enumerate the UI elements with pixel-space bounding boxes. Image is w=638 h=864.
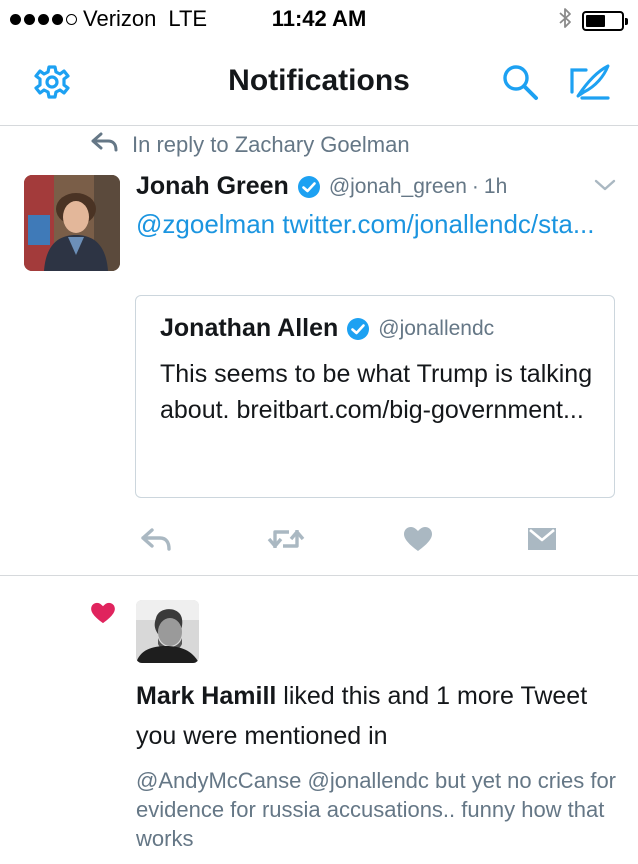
tweet-body-link[interactable]: @zgoelman twitter.com/jonallendc/sta... [136,206,616,242]
reply-icon[interactable] [136,522,176,556]
navigation-bar: Notifications [0,36,638,126]
status-bar: Verizon LTE 11:42 AM [0,0,638,36]
quoted-tweet-card[interactable]: Jonathan Allen @jonallendc This seems to… [135,295,615,498]
liker-name[interactable]: Mark Hamill [136,682,276,710]
compose-tweet-icon[interactable] [568,60,612,104]
tweet-header: Jonah Green @jonah_green · 1h [136,172,507,201]
clock: 11:42 AM [271,6,367,31]
chevron-down-icon[interactable] [594,178,616,197]
reply-context-text: In reply to Zachary Goelman [132,132,410,157]
reply-context[interactable]: In reply to Zachary Goelman [90,132,410,158]
quoted-tweet-text: This seems to be what Trump is talking a… [160,360,593,424]
liked-heart-icon [90,602,116,629]
retweet-icon[interactable] [266,522,306,556]
page-title: Notifications [228,64,410,97]
avatar-mark-hamill[interactable] [136,600,199,663]
notification-divider [0,575,638,576]
quoted-tweet-header: Jonathan Allen @jonallendc [160,314,494,343]
like-icon[interactable] [398,522,438,556]
search-icon[interactable] [498,60,542,104]
tweet-age: 1h [483,174,508,198]
status-icons [558,6,628,35]
verified-badge-icon [346,317,370,341]
direct-message-icon[interactable] [522,522,562,556]
author-handle[interactable]: @jonah_green [329,175,467,199]
liked-tweet-text[interactable]: @AndyMcCanse @jonallendc but yet no crie… [136,766,616,853]
meta-separator: · [471,174,479,198]
battery-level [586,14,605,27]
quoted-author-handle: @jonallendc [378,316,495,340]
bluetooth-icon [558,6,572,35]
avatar-jonah-green[interactable] [24,175,120,271]
author-name[interactable]: Jonah Green [136,172,289,201]
like-notification-text[interactable]: Mark Hamill liked this and 1 more Tweet … [136,676,616,756]
battery-icon [582,10,628,31]
reply-arrow-icon [90,132,118,158]
quoted-author-name: Jonathan Allen [160,314,339,342]
verified-badge-icon [297,175,321,199]
tweet-actions [136,522,596,558]
